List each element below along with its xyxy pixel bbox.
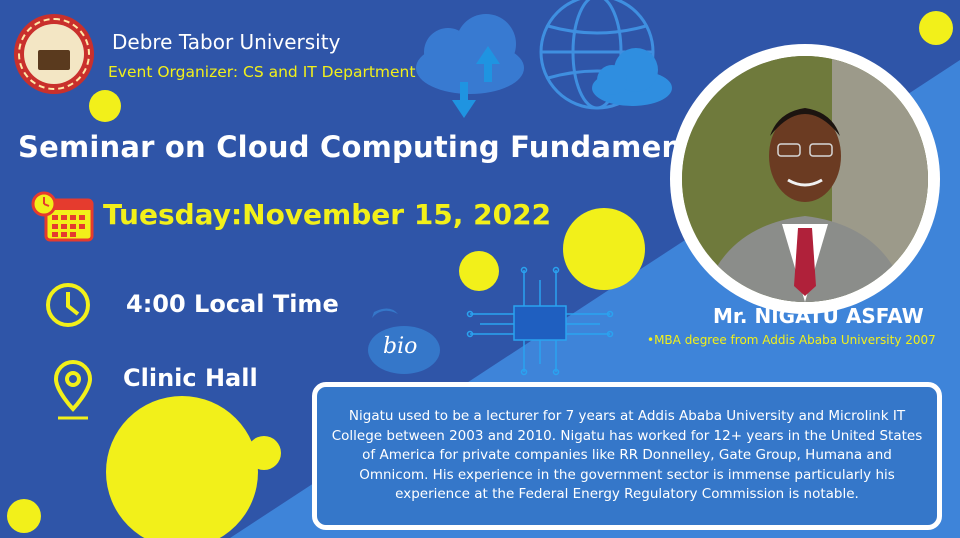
clock-icon [46, 283, 90, 327]
event-organizer: Event Organizer: CS and IT Department [108, 63, 416, 81]
event-time: 4:00 Local Time [126, 290, 339, 318]
speaker-name: Mr. NIGATU ASFAW [713, 304, 924, 328]
speaker-degree: •MBA degree from Addis Ababa University … [647, 333, 936, 347]
cloud-upload-icon [416, 14, 524, 118]
seminar-title: Seminar on Cloud Computing Fundamentals [18, 130, 744, 164]
university-name: Debre Tabor University [112, 30, 341, 54]
deco-circle [7, 499, 41, 533]
deco-circle [919, 11, 953, 45]
university-logo-icon [14, 14, 94, 94]
speaker-bio: Nigatu used to be a lecturer for 7 years… [331, 408, 923, 503]
calendar-clock-icon [31, 191, 94, 242]
bio-label: bio [383, 334, 418, 359]
speaker-portrait [682, 56, 928, 302]
speaker-photo [670, 44, 940, 314]
speaker-bio-box: Nigatu used to be a lecturer for 7 years… [312, 382, 942, 530]
event-date: Tuesday:November 15, 2022 [103, 198, 552, 231]
deco-circle [106, 396, 258, 538]
event-location: Clinic Hall [123, 364, 258, 392]
location-pin-icon [53, 359, 93, 420]
deco-circle [247, 436, 281, 470]
globe-cloud-fill [592, 48, 672, 106]
seminar-poster: Debre Tabor University Event Organizer: … [0, 0, 960, 538]
deco-circle [563, 208, 645, 290]
deco-circle [459, 251, 499, 291]
deco-circle [89, 90, 121, 122]
